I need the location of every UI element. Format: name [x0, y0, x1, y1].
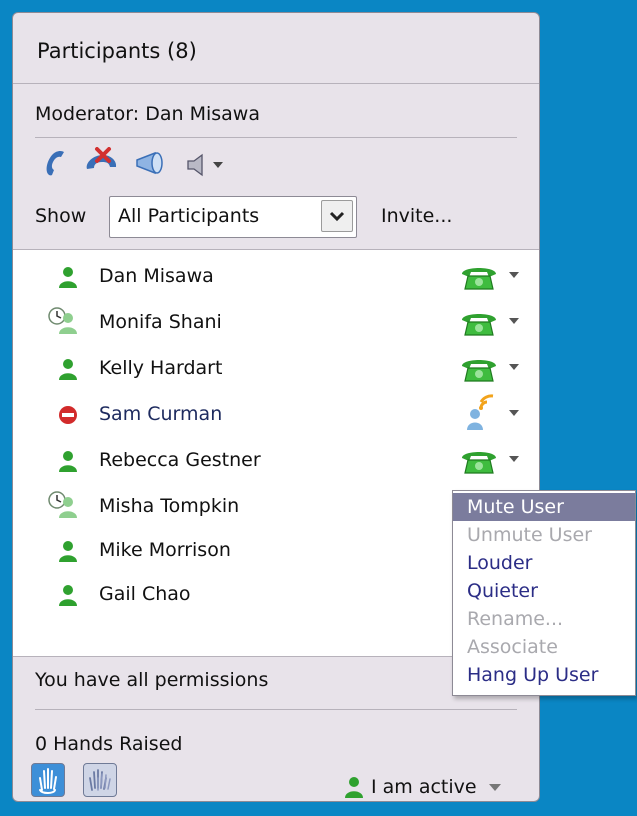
- phone-status-icon[interactable]: [459, 307, 499, 343]
- show-filter-select[interactable]: All Participants: [109, 196, 357, 238]
- raise-hand-button[interactable]: [31, 763, 65, 797]
- show-filter-value: All Participants: [118, 205, 260, 227]
- participant-name: Dan Misawa: [99, 265, 214, 287]
- participant-row[interactable]: Rebecca Gestner: [13, 440, 539, 480]
- participant-name: Kelly Hardart: [99, 357, 223, 379]
- chevron-down-icon[interactable]: [509, 456, 519, 462]
- chevron-down-icon[interactable]: [509, 410, 519, 416]
- participant-context-menu: Mute User Unmute User Louder Quieter Ren…: [452, 490, 636, 696]
- status-selector[interactable]: I am active: [343, 775, 501, 799]
- user-active-icon: [55, 356, 81, 382]
- phone-icon[interactable]: [41, 148, 71, 182]
- user-active-icon: [55, 538, 81, 564]
- status-label: I am active: [371, 776, 477, 798]
- phone-status-icon[interactable]: [459, 445, 499, 481]
- hands-icon: [89, 769, 111, 791]
- chevron-down-icon[interactable]: [509, 272, 519, 278]
- participant-name: Mike Morrison: [99, 539, 231, 561]
- divider: [13, 83, 539, 84]
- chevron-down-icon[interactable]: [213, 162, 223, 168]
- chevron-down-icon: [329, 211, 345, 222]
- menu-item-hang-up-user[interactable]: Hang Up User: [453, 661, 635, 689]
- select-dropdown-button[interactable]: [321, 200, 353, 232]
- participant-name: Rebecca Gestner: [99, 449, 261, 471]
- divider: [35, 709, 517, 710]
- participant-name: Monifa Shani: [99, 311, 222, 333]
- blocked-icon: [55, 402, 81, 428]
- megaphone-icon[interactable]: [133, 148, 173, 182]
- invite-link[interactable]: Invite...: [381, 205, 452, 227]
- moderator-label: Moderator: Dan Misawa: [35, 103, 260, 125]
- panel-title: Participants (8): [37, 39, 197, 63]
- participant-name: Sam Curman: [99, 403, 223, 425]
- toolbar: [41, 147, 223, 183]
- menu-item-louder[interactable]: Louder: [453, 549, 635, 577]
- chevron-down-icon[interactable]: [488, 783, 501, 791]
- participant-name: Misha Tompkin: [99, 495, 240, 517]
- participant-row[interactable]: Kelly Hardart: [13, 348, 539, 388]
- phone-status-icon[interactable]: [459, 261, 499, 297]
- show-label: Show: [35, 205, 87, 227]
- menu-item-mute-user[interactable]: Mute User: [453, 493, 635, 521]
- user-away-icon: [47, 306, 81, 334]
- hang-up-icon[interactable]: [83, 147, 121, 183]
- chevron-down-icon[interactable]: [509, 318, 519, 324]
- user-active-icon: [55, 264, 81, 290]
- participant-name: Gail Chao: [99, 583, 191, 605]
- speaker-icon[interactable]: [185, 152, 223, 178]
- lower-hands-button[interactable]: [83, 763, 117, 797]
- menu-item-rename[interactable]: Rename...: [453, 605, 635, 633]
- menu-item-associate[interactable]: Associate: [453, 633, 635, 661]
- permissions-label: You have all permissions: [35, 669, 269, 691]
- divider: [35, 137, 517, 138]
- hands-raised-label: 0 Hands Raised: [35, 733, 183, 755]
- participant-row[interactable]: Dan Misawa: [13, 256, 539, 296]
- menu-item-unmute-user[interactable]: Unmute User: [453, 521, 635, 549]
- user-away-icon: [47, 490, 81, 518]
- user-active-icon: [345, 777, 363, 798]
- phone-status-icon[interactable]: [459, 353, 499, 389]
- user-active-icon: [55, 582, 81, 608]
- menu-item-quieter[interactable]: Quieter: [453, 577, 635, 605]
- participant-row[interactable]: Monifa Shani: [13, 302, 539, 342]
- speaking-icon[interactable]: [465, 394, 501, 436]
- user-active-icon: [55, 448, 81, 474]
- hand-icon: [39, 768, 57, 794]
- participant-row[interactable]: Sam Curman: [13, 394, 539, 434]
- chevron-down-icon[interactable]: [509, 364, 519, 370]
